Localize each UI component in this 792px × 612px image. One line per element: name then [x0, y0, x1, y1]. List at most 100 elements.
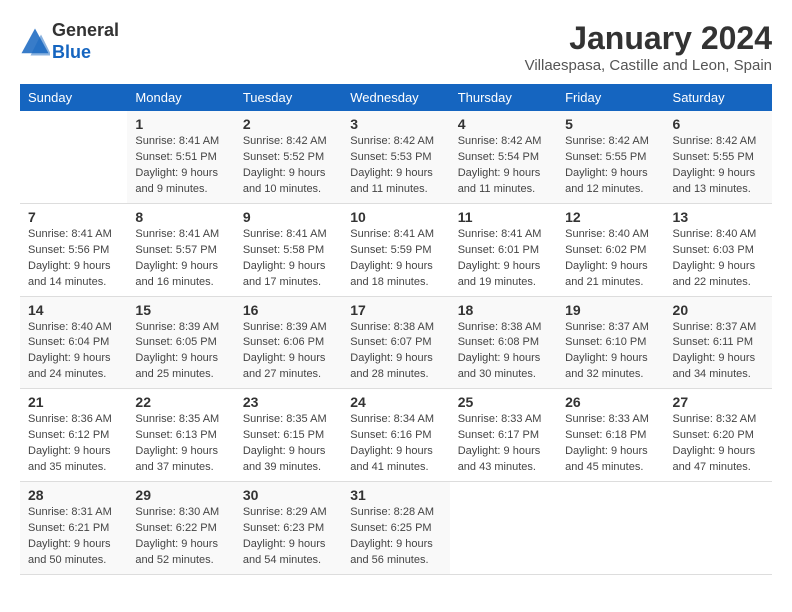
day-info: Sunrise: 8:35 AMSunset: 6:13 PMDaylight:…	[135, 412, 226, 476]
day-cell: 28 Sunrise: 8:31 AMSunset: 6:21 PMDayligh…	[20, 482, 127, 575]
logo: General Blue	[20, 20, 119, 63]
week-row-3: 14 Sunrise: 8:40 AMSunset: 6:04 PMDayligh…	[20, 296, 772, 389]
day-number: 10	[350, 209, 441, 225]
day-number: 21	[28, 394, 119, 410]
day-cell: 12Sunrise: 8:40 AMSunset: 6:02 PMDayligh…	[557, 203, 664, 296]
day-info: Sunrise: 8:37 AMSunset: 6:10 PMDaylight:…	[565, 320, 656, 384]
day-cell: 27Sunrise: 8:32 AMSunset: 6:20 PMDayligh…	[665, 389, 772, 482]
header-day-monday: Monday	[127, 84, 234, 111]
day-info: Sunrise: 8:38 AMSunset: 6:07 PMDaylight:…	[350, 320, 441, 384]
day-info: Sunrise: 8:28 AMSunset: 6:25 PMDaylight:…	[350, 505, 441, 569]
header-day-sunday: Sunday	[20, 84, 127, 111]
day-info: Sunrise: 8:33 AMSunset: 6:17 PMDaylight:…	[458, 412, 549, 476]
day-cell: 6Sunrise: 8:42 AMSunset: 5:55 PMDaylight…	[665, 111, 772, 203]
day-number: 4	[458, 116, 549, 132]
day-number: 26	[565, 394, 656, 410]
day-number: 8	[135, 209, 226, 225]
day-number: 11	[458, 209, 549, 225]
day-cell: 18Sunrise: 8:38 AMSunset: 6:08 PMDayligh…	[450, 296, 557, 389]
day-info: Sunrise: 8:40 AMSunset: 6:03 PMDaylight:…	[673, 227, 764, 291]
day-cell	[20, 111, 127, 203]
day-cell: 2 Sunrise: 8:42 AMSunset: 5:52 PMDaylight…	[235, 111, 342, 203]
header-day-wednesday: Wednesday	[342, 84, 449, 111]
day-number: 19	[565, 302, 656, 318]
day-cell: 23 Sunrise: 8:35 AMSunset: 6:15 PMDayligh…	[235, 389, 342, 482]
day-cell: 3 Sunrise: 8:42 AMSunset: 5:53 PMDaylight…	[342, 111, 449, 203]
day-number: 16	[243, 302, 334, 318]
week-row-2: 7 Sunrise: 8:41 AMSunset: 5:56 PMDaylight…	[20, 203, 772, 296]
day-cell: 10Sunrise: 8:41 AMSunset: 5:59 PMDayligh…	[342, 203, 449, 296]
day-cell: 5 Sunrise: 8:42 AMSunset: 5:55 PMDaylight…	[557, 111, 664, 203]
day-info: Sunrise: 8:40 AMSunset: 6:04 PMDaylight:…	[28, 320, 119, 384]
day-cell: 29 Sunrise: 8:30 AMSunset: 6:22 PMDayligh…	[127, 482, 234, 575]
day-cell: 13Sunrise: 8:40 AMSunset: 6:03 PMDayligh…	[665, 203, 772, 296]
day-cell: 1 Sunrise: 8:41 AMSunset: 5:51 PMDaylight…	[127, 111, 234, 203]
day-number: 1	[135, 116, 226, 132]
day-number: 29	[135, 487, 226, 503]
logo-general: General	[52, 20, 119, 42]
day-cell: 20Sunrise: 8:37 AMSunset: 6:11 PMDayligh…	[665, 296, 772, 389]
day-cell: 16 Sunrise: 8:39 AMSunset: 6:06 PMDayligh…	[235, 296, 342, 389]
subtitle: Villaespasa, Castille and Leon, Spain	[525, 57, 772, 74]
page-header: General Blue January 2024 Villaespasa, C…	[20, 20, 772, 74]
day-info: Sunrise: 8:31 AMSunset: 6:21 PMDaylight:…	[28, 505, 119, 569]
day-number: 12	[565, 209, 656, 225]
day-info: Sunrise: 8:35 AMSunset: 6:15 PMDaylight:…	[243, 412, 334, 476]
day-cell: 17 Sunrise: 8:38 AMSunset: 6:07 PMDayligh…	[342, 296, 449, 389]
logo-blue: Blue	[52, 42, 119, 64]
day-info: Sunrise: 8:42 AMSunset: 5:53 PMDaylight:…	[350, 134, 441, 198]
day-number: 23	[243, 394, 334, 410]
day-number: 24	[350, 394, 441, 410]
day-info: Sunrise: 8:39 AMSunset: 6:06 PMDaylight:…	[243, 320, 334, 384]
day-info: Sunrise: 8:42 AMSunset: 5:52 PMDaylight:…	[243, 134, 334, 198]
day-info: Sunrise: 8:41 AMSunset: 5:57 PMDaylight:…	[135, 227, 226, 291]
day-number: 14	[28, 302, 119, 318]
day-number: 7	[28, 209, 119, 225]
day-number: 9	[243, 209, 334, 225]
day-cell	[450, 482, 557, 575]
day-number: 3	[350, 116, 441, 132]
week-row-5: 28 Sunrise: 8:31 AMSunset: 6:21 PMDayligh…	[20, 482, 772, 575]
day-number: 27	[673, 394, 764, 410]
day-info: Sunrise: 8:42 AMSunset: 5:55 PMDaylight:…	[565, 134, 656, 198]
day-cell: 9Sunrise: 8:41 AMSunset: 5:58 PMDaylight…	[235, 203, 342, 296]
day-number: 22	[135, 394, 226, 410]
day-info: Sunrise: 8:30 AMSunset: 6:22 PMDaylight:…	[135, 505, 226, 569]
day-cell: 24 Sunrise: 8:34 AMSunset: 6:16 PMDayligh…	[342, 389, 449, 482]
day-cell: 26Sunrise: 8:33 AMSunset: 6:18 PMDayligh…	[557, 389, 664, 482]
day-cell: 30Sunrise: 8:29 AMSunset: 6:23 PMDayligh…	[235, 482, 342, 575]
day-info: Sunrise: 8:41 AMSunset: 5:51 PMDaylight:…	[135, 134, 226, 198]
calendar-table: SundayMondayTuesdayWednesdayThursdayFrid…	[20, 84, 772, 575]
header-day-tuesday: Tuesday	[235, 84, 342, 111]
header-row: SundayMondayTuesdayWednesdayThursdayFrid…	[20, 84, 772, 111]
day-number: 5	[565, 116, 656, 132]
header-day-friday: Friday	[557, 84, 664, 111]
day-cell: 7 Sunrise: 8:41 AMSunset: 5:56 PMDaylight…	[20, 203, 127, 296]
day-number: 28	[28, 487, 119, 503]
day-number: 25	[458, 394, 549, 410]
day-number: 17	[350, 302, 441, 318]
day-info: Sunrise: 8:36 AMSunset: 6:12 PMDaylight:…	[28, 412, 119, 476]
month-title: January 2024	[525, 20, 772, 57]
week-row-1: 1 Sunrise: 8:41 AMSunset: 5:51 PMDaylight…	[20, 111, 772, 203]
day-cell: 14 Sunrise: 8:40 AMSunset: 6:04 PMDayligh…	[20, 296, 127, 389]
day-info: Sunrise: 8:42 AMSunset: 5:54 PMDaylight:…	[458, 134, 549, 198]
day-cell	[665, 482, 772, 575]
day-info: Sunrise: 8:34 AMSunset: 6:16 PMDaylight:…	[350, 412, 441, 476]
header-day-saturday: Saturday	[665, 84, 772, 111]
calendar-body: 1 Sunrise: 8:41 AMSunset: 5:51 PMDaylight…	[20, 111, 772, 574]
day-number: 2	[243, 116, 334, 132]
day-info: Sunrise: 8:39 AMSunset: 6:05 PMDaylight:…	[135, 320, 226, 384]
day-cell: 8 Sunrise: 8:41 AMSunset: 5:57 PMDaylight…	[127, 203, 234, 296]
day-number: 30	[243, 487, 334, 503]
calendar-header: SundayMondayTuesdayWednesdayThursdayFrid…	[20, 84, 772, 111]
logo-icon	[20, 27, 50, 57]
day-cell: 25 Sunrise: 8:33 AMSunset: 6:17 PMDayligh…	[450, 389, 557, 482]
week-row-4: 21 Sunrise: 8:36 AMSunset: 6:12 PMDayligh…	[20, 389, 772, 482]
day-number: 31	[350, 487, 441, 503]
day-info: Sunrise: 8:41 AMSunset: 5:56 PMDaylight:…	[28, 227, 119, 291]
day-info: Sunrise: 8:38 AMSunset: 6:08 PMDaylight:…	[458, 320, 549, 384]
day-cell: 22 Sunrise: 8:35 AMSunset: 6:13 PMDayligh…	[127, 389, 234, 482]
day-cell: 4 Sunrise: 8:42 AMSunset: 5:54 PMDaylight…	[450, 111, 557, 203]
day-cell: 31 Sunrise: 8:28 AMSunset: 6:25 PMDayligh…	[342, 482, 449, 575]
